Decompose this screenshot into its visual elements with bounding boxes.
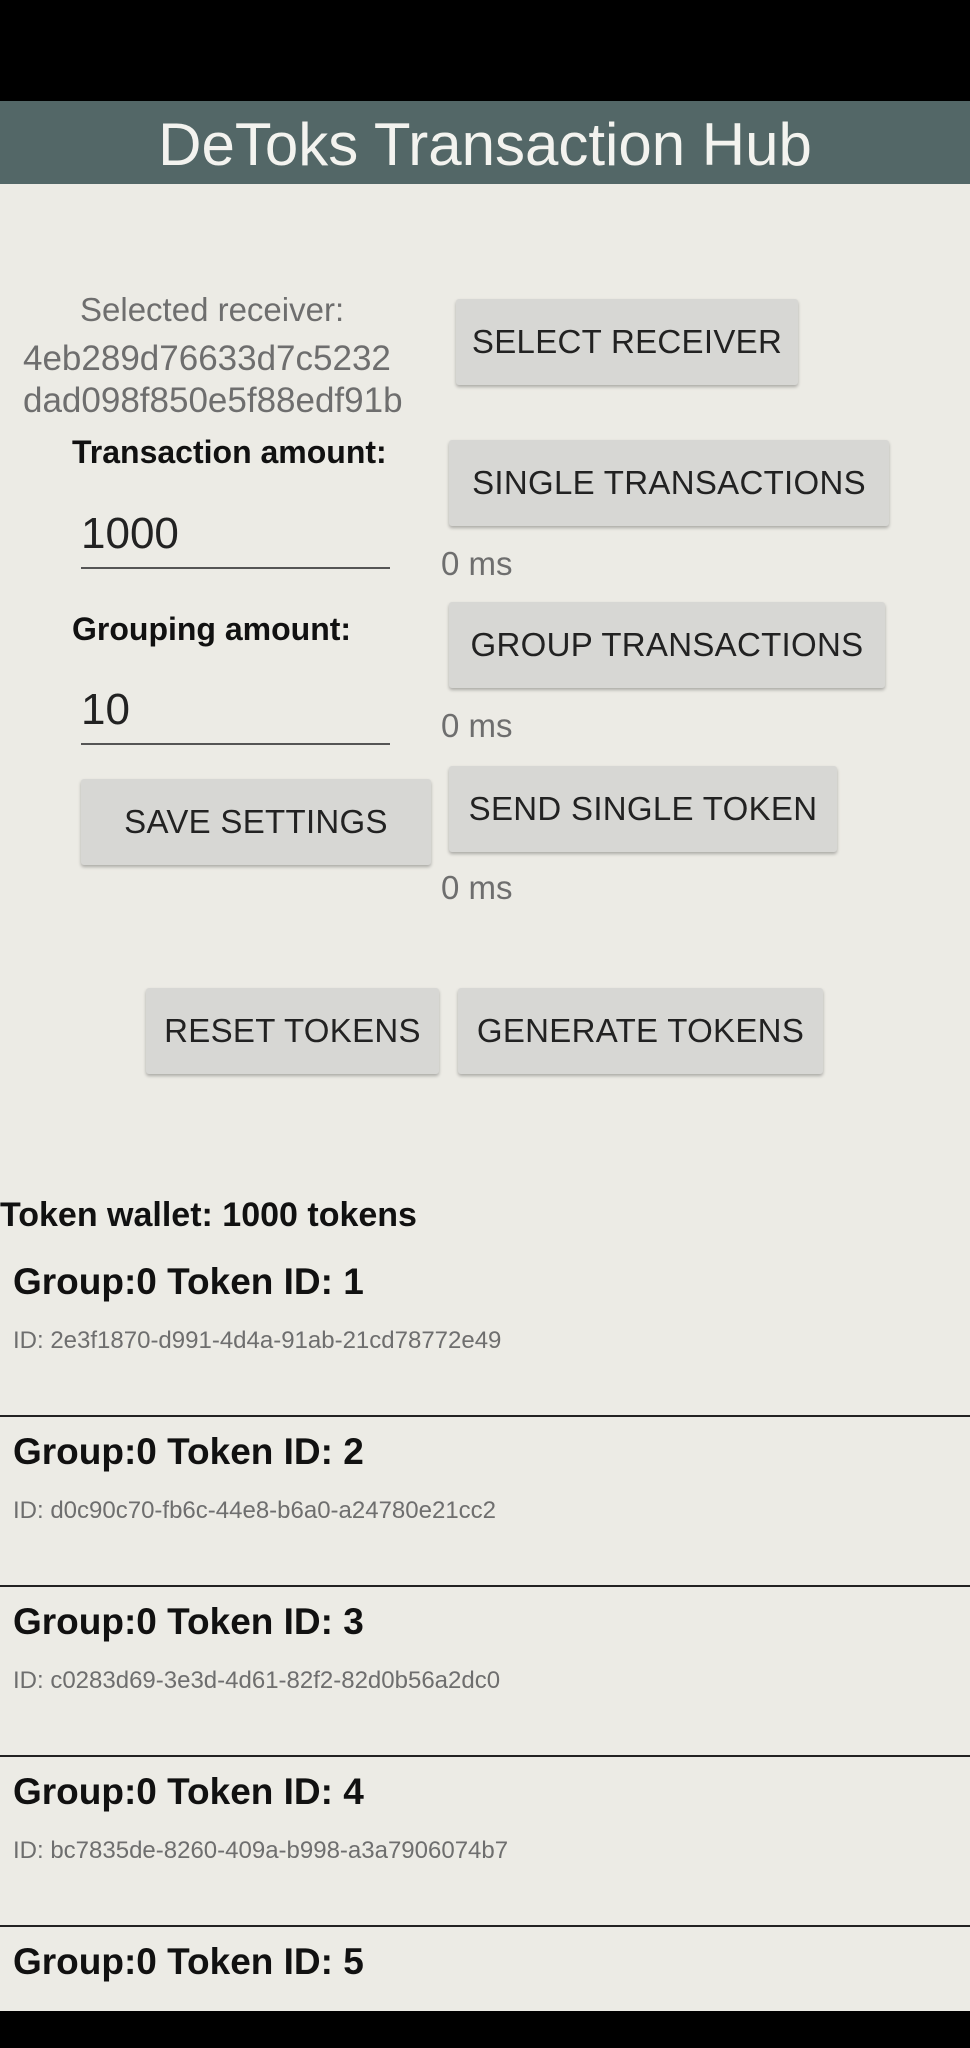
app-bar: DeToks Transaction Hub [0, 101, 970, 184]
group-transactions-time: 0 ms [441, 707, 513, 744]
transaction-amount-value: 1000 [81, 509, 179, 558]
single-transactions-time: 0 ms [441, 545, 513, 582]
token-id: ID: d0c90c70-fb6c-44e8-b6a0-a24780e21cc2 [13, 1497, 497, 1524]
token-id: ID: 2e3f1870-d991-4d4a-91ab-21cd78772e49 [13, 1327, 502, 1354]
token-list-item[interactable]: Group:0 Token ID: 4 ID: bc7835de-8260-40… [0, 1757, 970, 1927]
receiver-label: Selected receiver: [80, 291, 345, 328]
token-title: Group:0 Token ID: 5 [13, 1941, 364, 1982]
single-transactions-button[interactable]: SINGLE TRANSACTIONS [449, 440, 889, 526]
token-id: ID: c0283d69-3e3d-4d61-82f2-82d0b56a2dc0 [13, 1667, 501, 1694]
token-title: Group:0 Token ID: 3 [13, 1601, 364, 1642]
token-list: Group:0 Token ID: 1 ID: 2e3f1870-d991-4d… [0, 1247, 970, 2011]
group-transactions-button[interactable]: GROUP TRANSACTIONS [449, 602, 885, 688]
grouping-amount-value: 10 [81, 685, 130, 734]
receiver-id-line1: 4eb289d76633d7c5232 [23, 339, 391, 378]
token-list-item[interactable]: Group:0 Token ID: 5 [0, 1927, 970, 2011]
transaction-amount-label: Transaction amount: [72, 434, 387, 470]
receiver-id-line2: dad098f850e5f88edf91b [23, 381, 403, 420]
transaction-amount-input[interactable]: 1000 [81, 493, 390, 569]
token-list-item[interactable]: Group:0 Token ID: 1 ID: 2e3f1870-d991-4d… [0, 1247, 970, 1417]
app-title: DeToks Transaction Hub [158, 111, 812, 178]
token-title: Group:0 Token ID: 1 [13, 1261, 364, 1302]
send-single-token-time: 0 ms [441, 869, 513, 906]
save-settings-button[interactable]: SAVE SETTINGS [81, 779, 431, 865]
token-id: ID: bc7835de-8260-409a-b998-a3a7906074b7 [13, 1837, 509, 1864]
grouping-amount-label: Grouping amount: [72, 611, 352, 647]
token-list-item[interactable]: Group:0 Token ID: 3 ID: c0283d69-3e3d-4d… [0, 1587, 970, 1757]
token-wallet-title: Token wallet: 1000 tokens [0, 1196, 417, 1234]
token-list-item[interactable]: Group:0 Token ID: 2 ID: d0c90c70-fb6c-44… [0, 1417, 970, 1587]
grouping-amount-input[interactable]: 10 [81, 671, 390, 745]
send-single-token-button[interactable]: SEND SINGLE TOKEN [449, 766, 837, 852]
token-title: Group:0 Token ID: 2 [13, 1431, 364, 1472]
token-title: Group:0 Token ID: 4 [13, 1771, 364, 1812]
generate-tokens-button[interactable]: GENERATE TOKENS [458, 988, 823, 1074]
navigation-bar [0, 2011, 970, 2048]
select-receiver-button[interactable]: SELECT RECEIVER [456, 299, 798, 385]
status-bar [0, 0, 970, 101]
reset-tokens-button[interactable]: RESET TOKENS [146, 988, 439, 1074]
app-screen: DeToks Transaction Hub Selected receiver… [0, 101, 970, 2011]
